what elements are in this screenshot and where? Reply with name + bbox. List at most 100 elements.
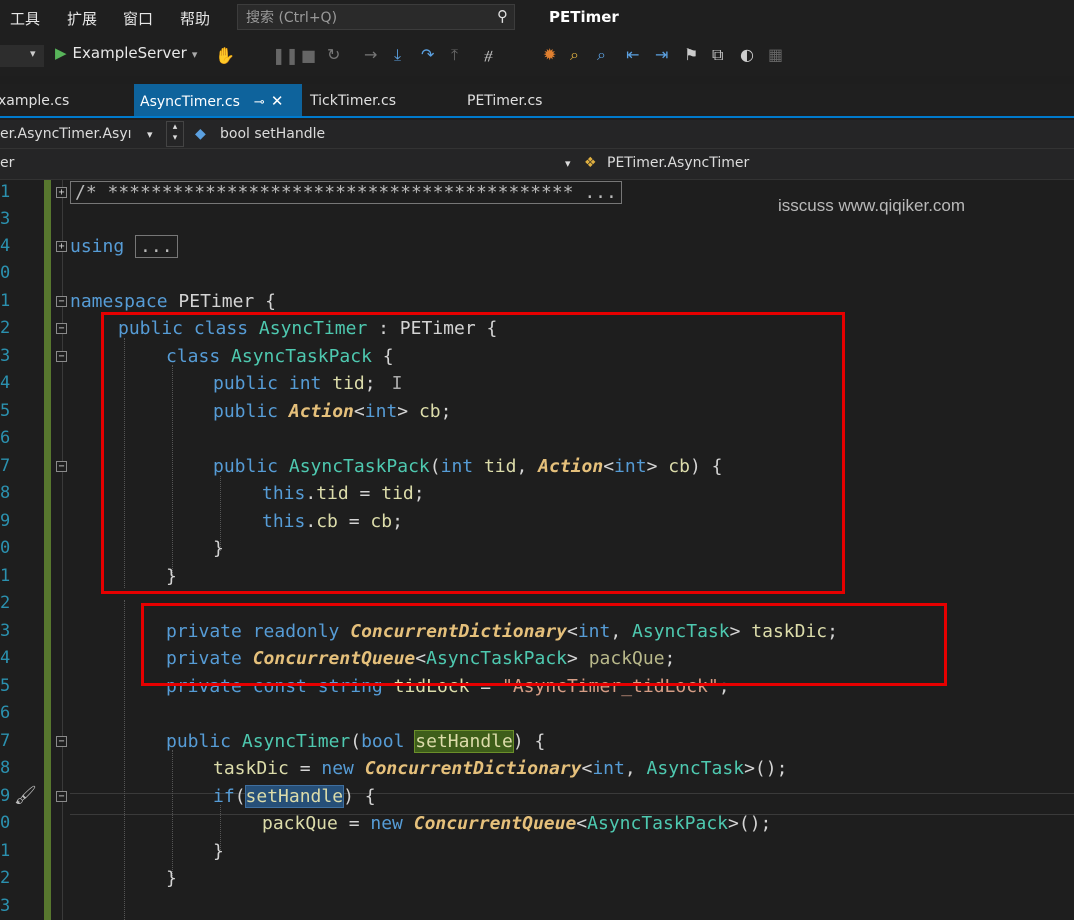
line-number: 4 [0, 373, 11, 393]
collapse-icon[interactable]: − [56, 351, 67, 362]
tab-label: TickTimer.cs [310, 93, 396, 109]
restart-icon[interactable]: ↻ [327, 45, 340, 64]
step-into-icon[interactable]: ⤓ [394, 45, 401, 65]
bookmark-next-icon[interactable]: ⇥ [655, 45, 668, 64]
tab-asynctimer[interactable]: AsyncTimer.cs ⊸ ✕ [134, 84, 302, 116]
identifier-highlight: setHandle [414, 730, 514, 753]
collapse-icon[interactable]: − [56, 736, 67, 747]
member-dropdown[interactable]: bool setHandle [220, 126, 325, 142]
gutter-divider [62, 180, 63, 920]
menu-window[interactable]: 窗口 [123, 8, 153, 29]
line-number: 8 [0, 483, 11, 503]
copy-icon[interactable]: ⧉ [712, 45, 723, 65]
step-over-icon[interactable]: ↷ [421, 45, 434, 64]
step-out-icon[interactable]: ⤒ [451, 45, 458, 65]
line-number: 0 [0, 263, 11, 283]
collapse-icon[interactable]: − [56, 296, 67, 307]
quick-actions-icon[interactable]: 🖌 [14, 785, 37, 806]
hot-reload-icon[interactable]: ✋ [215, 46, 235, 65]
diagnostic-icon[interactable]: ✹ [543, 45, 556, 64]
expand-icon[interactable]: + [56, 187, 67, 198]
keyword: if [213, 786, 235, 807]
line-number: 1 [0, 182, 11, 202]
line-number: 3 [0, 896, 11, 916]
tab-ticktimer[interactable]: TickTimer.cs [310, 84, 460, 116]
scope-dropdown[interactable]: er.AsyncTimer.Asyı [0, 126, 132, 142]
stop-icon[interactable]: ■ [301, 46, 316, 65]
tab-example[interactable]: xample.cs [0, 84, 126, 116]
code-line: taskDic = new ConcurrentDictionary<int, … [213, 758, 788, 779]
tab-label: AsyncTimer.cs [140, 94, 240, 110]
line-number: 7 [0, 456, 11, 476]
type-name: AsyncTimer [241, 731, 351, 752]
chevron-down-icon[interactable]: ▾ [565, 157, 571, 170]
collapse-icon[interactable]: − [56, 791, 67, 802]
find-icon[interactable]: ⌕ [570, 45, 579, 65]
line-number: 9 [0, 511, 11, 531]
chevron-down-icon: ▾ [30, 47, 36, 60]
collapsed-region[interactable]: /* *************************************… [70, 181, 622, 204]
bookmark-prev-icon[interactable]: ⇤ [626, 45, 639, 64]
annotation-box [141, 603, 947, 686]
line-number: 1 [0, 291, 11, 311]
code-line: if(setHandle) { [213, 785, 376, 808]
search-icon[interactable]: ⚲ [497, 7, 508, 25]
tab-petimer[interactable]: PETimer.cs [467, 84, 617, 116]
close-icon[interactable]: ✕ [271, 92, 284, 110]
more-tools-icon[interactable]: ▦ [768, 45, 783, 64]
app-title: PETimer [549, 8, 619, 26]
toggle-icon[interactable]: ◐ [740, 45, 754, 64]
line-number: 8 [0, 758, 11, 778]
line-number: 5 [0, 401, 11, 421]
menu-bar: 工具 扩展 窗口 帮助 ⚲ PETimer [0, 0, 1074, 36]
type-name: AsyncTaskPack [587, 813, 729, 834]
configuration-dropdown[interactable]: ▾ [0, 45, 44, 67]
identifier: taskDic [213, 758, 289, 779]
search-input[interactable] [244, 8, 478, 28]
line-number: 3 [0, 621, 11, 641]
annotation-box [101, 312, 845, 594]
menu-help[interactable]: 帮助 [180, 8, 210, 29]
indent-guide [172, 750, 173, 880]
line-number: 6 [0, 428, 11, 448]
identifier: packQue [262, 813, 338, 834]
chevron-down-icon[interactable]: ▾ [147, 128, 153, 141]
project-dropdown[interactable]: er [0, 155, 14, 171]
type-name: ConcurrentDictionary [364, 758, 582, 779]
type-name: AsyncTask [646, 758, 745, 779]
keyword: public [166, 731, 232, 752]
line-number: 1 [0, 566, 11, 586]
collapsed-region[interactable]: ... [135, 235, 178, 258]
collapse-icon[interactable]: − [56, 323, 67, 334]
menu-extensions[interactable]: 扩展 [67, 8, 97, 29]
class-icon: ❖ [584, 155, 597, 171]
search-symbol-icon[interactable]: ⌕ [597, 45, 606, 65]
thread-filter-icon[interactable]: ⧣ [484, 45, 493, 65]
run-button[interactable]: ▶ ExampleServer ▾ [55, 44, 197, 68]
collapse-icon[interactable]: − [56, 461, 67, 472]
code-editor[interactable]: 1 3 4 0 1 2 3 4 5 6 7 8 9 0 1 2 3 4 5 6 … [0, 180, 1074, 920]
line-number: 5 [0, 676, 11, 696]
line-number: 0 [0, 813, 11, 833]
line-number: 1 [0, 841, 11, 861]
type-name: ConcurrentQueue [413, 813, 577, 834]
code-line: namespace PETimer { [70, 291, 276, 312]
scope-spinner[interactable]: ▴ ▾ [166, 121, 184, 147]
bookmark-icon[interactable]: ⚑ [684, 45, 698, 64]
code-line: packQue = new ConcurrentQueue<AsyncTaskP… [262, 813, 772, 834]
class-dropdown[interactable]: PETimer.AsyncTimer [607, 155, 749, 171]
pause-icon[interactable]: ❚❚ [272, 46, 299, 65]
code-line: } [213, 841, 224, 862]
line-number: 9 [0, 786, 11, 806]
change-indicator [44, 180, 51, 920]
pin-icon[interactable]: ⊸ [254, 95, 265, 110]
line-number: 6 [0, 703, 11, 723]
tab-label: xample.cs [0, 93, 70, 109]
keyword: using [70, 236, 125, 257]
search-box[interactable]: ⚲ [237, 4, 515, 30]
expand-icon[interactable]: + [56, 241, 67, 252]
show-next-statement-icon[interactable]: → [364, 45, 377, 64]
menu-tools[interactable]: 工具 [10, 8, 40, 29]
identifier-highlight: setHandle [244, 785, 345, 808]
line-number: 3 [0, 209, 11, 229]
